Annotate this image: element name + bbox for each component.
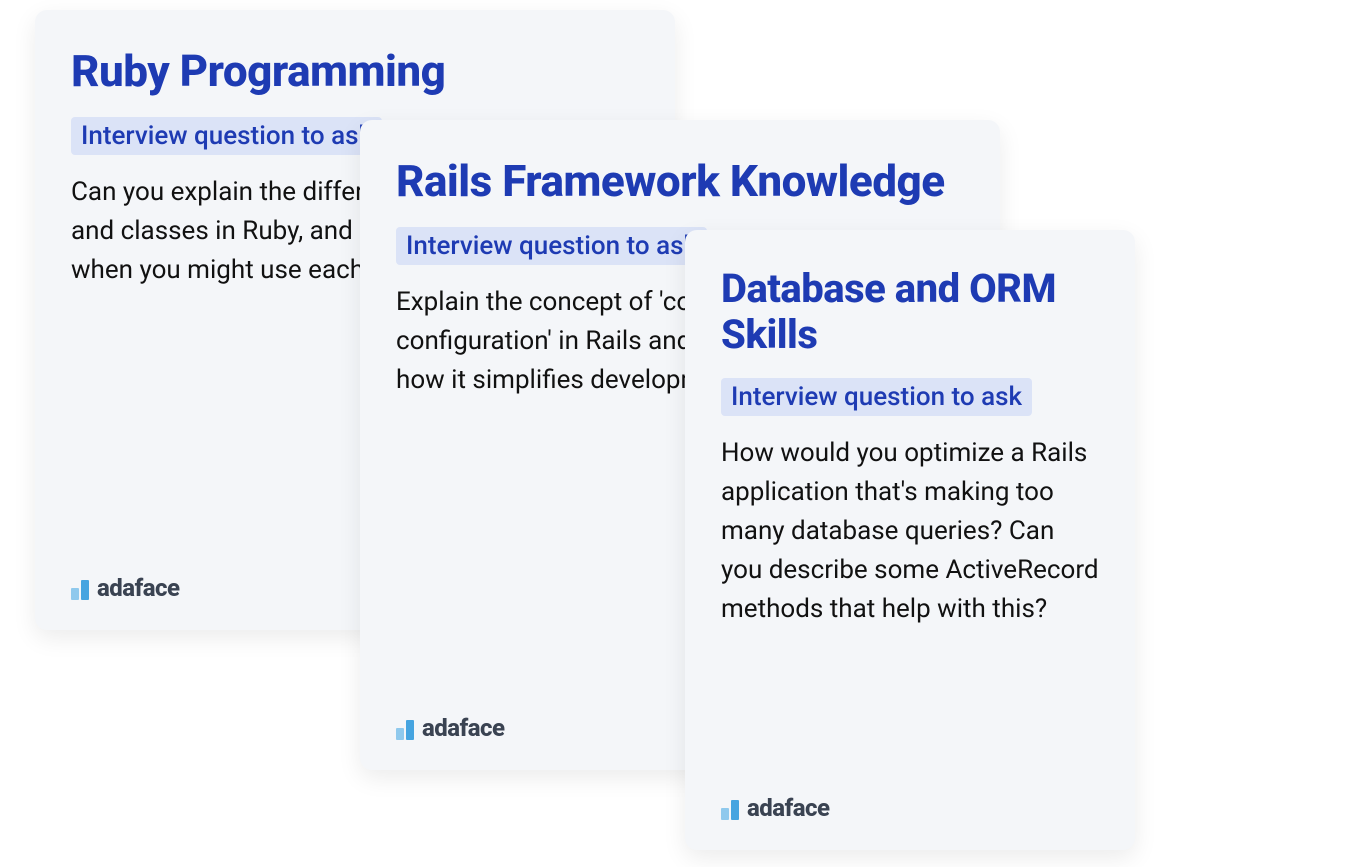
question-text: How would you optimize a Rails applicati…: [721, 434, 1099, 629]
brand-logo: adaface: [721, 796, 830, 820]
bar-chart-icon: [396, 716, 414, 740]
bar-chart-icon: [721, 796, 739, 820]
brand-name: adaface: [747, 796, 830, 820]
bar-chart-icon: [71, 576, 89, 600]
badge-interview-question: Interview question to ask: [396, 227, 707, 265]
badge-interview-question: Interview question to ask: [71, 117, 382, 155]
brand-name: adaface: [422, 716, 505, 740]
brand-name: adaface: [97, 576, 180, 600]
brand-logo: adaface: [396, 716, 505, 740]
badge-interview-question: Interview question to ask: [721, 378, 1032, 416]
card-title: Database and ORM Skills: [721, 266, 1099, 358]
card-title: Ruby Programming: [71, 46, 639, 97]
brand-logo: adaface: [71, 576, 180, 600]
interview-card-database: Database and ORM Skills Interview questi…: [685, 230, 1135, 850]
card-title: Rails Framework Knowledge: [396, 156, 964, 207]
